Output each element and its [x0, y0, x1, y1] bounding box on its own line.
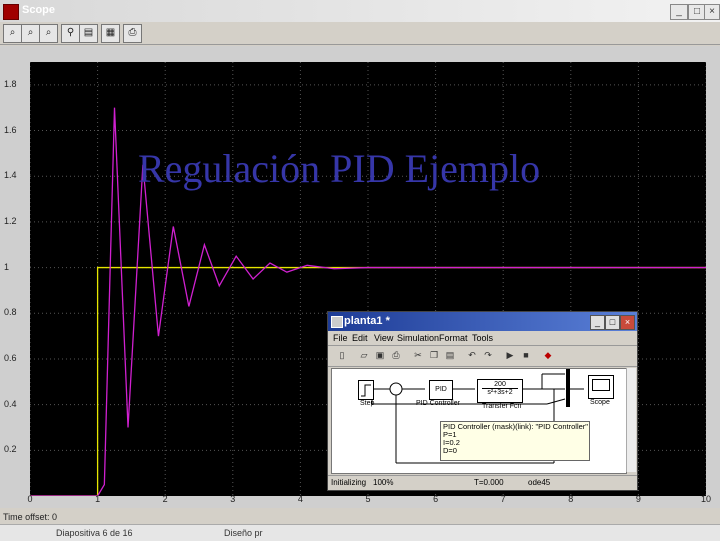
print-icon[interactable]: ⎙ — [123, 24, 142, 43]
window-title: Scope — [22, 4, 56, 16]
y-tick-label: 1.4 — [4, 170, 17, 181]
x-tick-label: 9 — [635, 494, 641, 504]
canvas-vertical-scrollbar[interactable] — [626, 368, 636, 472]
y-tick-label: 0.6 — [4, 352, 17, 363]
x-tick-label: 0 — [27, 494, 33, 504]
scope-toolbar: ⌕ ⌕ ⌕ ⚲ ▤ ▦ ⎙ — [0, 22, 720, 45]
transfer-fcn-label: Transfer Fcn — [482, 403, 522, 410]
x-tick-label: 5 — [365, 494, 371, 504]
sim-state: Initializing — [331, 478, 367, 487]
time-offset-value: 0 — [52, 512, 58, 522]
library-browser-icon[interactable]: ◆ — [542, 349, 554, 361]
zoom-x-icon[interactable]: ⌕ — [21, 24, 40, 43]
save-axes-icon[interactable]: ▤ — [79, 24, 98, 43]
x-tick-label: 10 — [700, 494, 711, 504]
matlab-icon — [3, 4, 19, 20]
y-tick-label: 1.6 — [4, 124, 17, 135]
sim-zoom: 100% — [373, 478, 394, 487]
new-icon[interactable]: ▯ — [336, 349, 348, 361]
sim-time: T=0.000 — [474, 478, 504, 487]
time-offset-label: Time offset: — [3, 512, 50, 522]
simulink-menubar: File Edit View Simulation Format Tools — [328, 331, 637, 345]
print-icon[interactable]: ⎙ — [390, 349, 402, 361]
stop-simulation-icon[interactable]: ■ — [520, 349, 532, 361]
model-canvas[interactable]: Step PID PID Controller 200 s²+3s+2 Tran… — [331, 368, 627, 474]
tf-numerator: 200 — [482, 381, 518, 389]
step-block[interactable] — [358, 380, 374, 400]
tooltip-line: D=0 — [443, 446, 457, 455]
tooltip-line: PID Controller (mask)(link): "PID Contro… — [443, 422, 588, 431]
menu-tools[interactable]: Tools — [472, 333, 493, 343]
y-tick-label: 0.4 — [4, 398, 17, 409]
x-tick-label: 4 — [297, 494, 303, 504]
tf-denominator: s²+3s+2 — [487, 389, 513, 396]
simulink-title: planta1 * — [344, 315, 390, 327]
tooltip-line: I=0.2 — [443, 438, 460, 447]
restore-axes-icon[interactable]: ▦ — [101, 24, 120, 43]
sim-minimize-button[interactable]: _ — [590, 315, 605, 330]
paste-icon[interactable]: ▤ — [444, 349, 456, 361]
simulink-toolbar: ▯ ▱ ▣ ⎙ ✂ ❐ ▤ ↶ ↷ ▶ ■ ◆ — [328, 345, 637, 367]
title-bar: Scope _ □ × — [0, 0, 720, 23]
zoom-in-icon[interactable]: ⌕ — [3, 24, 22, 43]
transfer-fcn-block[interactable]: 200 s²+3s+2 — [477, 379, 523, 403]
simulink-title-bar: planta1 * _ □ × — [328, 312, 637, 331]
close-button[interactable]: × — [704, 4, 720, 20]
pid-block[interactable]: PID — [429, 380, 453, 400]
x-tick-label: 8 — [568, 494, 574, 504]
slide-title: Regulación PID Ejemplo — [138, 146, 541, 191]
model-icon — [331, 316, 343, 328]
autoscale-icon[interactable]: ⚲ — [61, 24, 80, 43]
menu-simulation[interactable]: Simulation — [397, 333, 439, 343]
menu-edit[interactable]: Edit — [352, 333, 368, 343]
step-icon — [361, 384, 371, 397]
start-simulation-icon[interactable]: ▶ — [504, 349, 516, 361]
x-tick-label: 1 — [95, 494, 101, 504]
scope-block[interactable] — [588, 375, 614, 399]
menu-file[interactable]: File — [333, 333, 348, 343]
y-tick-label: 1 — [4, 261, 10, 272]
y-tick-label: 0.8 — [4, 307, 17, 318]
simulink-status-bar: Initializing 100% T=0.000 ode45 — [328, 475, 637, 490]
x-tick-label: 7 — [500, 494, 506, 504]
pid-label: PID Controller — [416, 400, 460, 407]
tooltip-line: P=1 — [443, 430, 457, 439]
menu-format[interactable]: Format — [439, 333, 468, 343]
cut-icon[interactable]: ✂ — [412, 349, 424, 361]
open-icon[interactable]: ▱ — [358, 349, 370, 361]
y-tick-label: 1.2 — [4, 215, 17, 226]
sim-solver: ode45 — [528, 478, 551, 487]
minimize-button[interactable]: _ — [670, 4, 688, 20]
time-offset: Time offset: 0 — [3, 512, 57, 522]
menu-view[interactable]: View — [374, 333, 393, 343]
x-tick-label: 2 — [162, 494, 168, 504]
step-label: Step — [360, 400, 375, 407]
pid-tooltip: PID Controller (mask)(link): "PID Contro… — [440, 421, 590, 461]
zoom-y-icon[interactable]: ⌕ — [39, 24, 58, 43]
y-tick-label: 1.8 — [4, 78, 17, 89]
sim-close-button[interactable]: × — [620, 315, 635, 330]
undo-icon[interactable]: ↶ — [466, 349, 478, 361]
copy-icon[interactable]: ❐ — [428, 349, 440, 361]
sim-maximize-button[interactable]: □ — [605, 315, 620, 330]
y-tick-label: 0.2 — [4, 444, 17, 455]
scope-label: Scope — [590, 399, 610, 406]
x-tick-label: 3 — [230, 494, 236, 504]
x-tick-label: 6 — [433, 494, 439, 504]
scope-icon — [592, 379, 610, 391]
design-name: Diseño pr — [224, 528, 263, 538]
status-bar: Diapositiva 6 de 16 Diseño pr — [0, 524, 720, 541]
redo-icon[interactable]: ↷ — [482, 349, 494, 361]
slide-counter: Diapositiva 6 de 16 — [56, 528, 133, 538]
save-icon[interactable]: ▣ — [374, 349, 386, 361]
simulink-window[interactable]: planta1 * _ □ × File Edit View Simulatio… — [327, 311, 638, 491]
